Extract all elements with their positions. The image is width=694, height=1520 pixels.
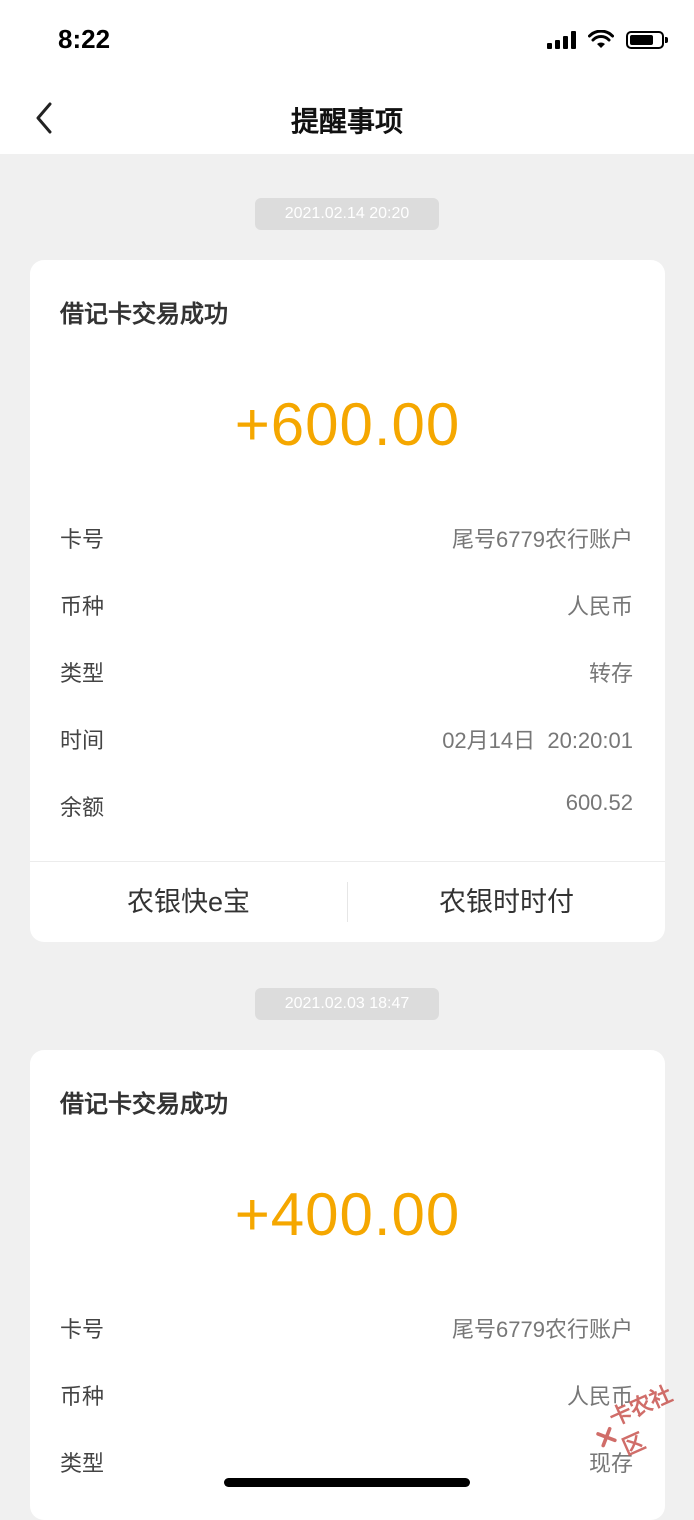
detail-value: 尾号6779农行账户 xyxy=(452,527,633,552)
status-bar: 8:22 xyxy=(0,0,694,84)
detail-row-currency: 币种 人民币 xyxy=(60,1379,633,1415)
battery-icon xyxy=(626,31,668,49)
transaction-amount: +400.00 xyxy=(234,1181,461,1248)
detail-label: 时间 xyxy=(60,728,105,753)
home-indicator xyxy=(224,1478,470,1487)
card-title: 借记卡交易成功 xyxy=(60,301,228,328)
detail-row-currency: 币种 人民币 xyxy=(60,589,633,625)
detail-label: 类型 xyxy=(60,661,105,686)
detail-row-type: 类型 现存 xyxy=(60,1446,633,1482)
status-icons xyxy=(547,30,668,50)
detail-value: 人民币 xyxy=(566,594,633,619)
detail-value: 尾号6779农行账户 xyxy=(452,1317,633,1342)
message-timestamp: 2021.02.03 18:47 xyxy=(255,988,439,1020)
detail-label: 卡号 xyxy=(60,1317,105,1342)
detail-label: 币种 xyxy=(60,594,105,619)
detail-value: 转存 xyxy=(588,661,633,686)
transaction-amount: +600.00 xyxy=(234,391,461,458)
detail-label: 卡号 xyxy=(60,527,105,552)
detail-label: 余额 xyxy=(60,795,105,820)
wifi-icon xyxy=(588,30,614,48)
status-time: 8:22 xyxy=(58,24,111,54)
detail-label: 类型 xyxy=(60,1451,105,1476)
kuaiebao-button[interactable]: 农银快e宝 xyxy=(30,862,347,942)
card-actions: 农银快e宝 农银时时付 xyxy=(30,861,665,942)
nav-bar: 提醒事项 xyxy=(0,84,694,154)
detail-label: 币种 xyxy=(60,1384,105,1409)
detail-row-card-number: 卡号 尾号6779农行账户 xyxy=(60,1312,633,1348)
detail-row-balance: 余额 600.52 xyxy=(60,790,633,826)
detail-row-type: 类型 转存 xyxy=(60,656,633,692)
shishifu-button[interactable]: 农银时时付 xyxy=(348,862,665,942)
transaction-card: 借记卡交易成功 +400.00 卡号 尾号6779农行账户 币种 人民币 类型 … xyxy=(30,1050,665,1520)
cellular-signal-icon xyxy=(547,31,576,49)
message-timestamp: 2021.02.14 20:20 xyxy=(255,198,439,230)
detail-row-time: 时间 02月14日 20:20:01 xyxy=(60,723,633,759)
transaction-card: 借记卡交易成功 +600.00 卡号 尾号6779农行账户 币种 人民币 类型 … xyxy=(30,260,665,942)
detail-value: 02月14日 20:20:01 xyxy=(442,728,633,753)
detail-value: 600.52 xyxy=(565,790,633,815)
card-title: 借记卡交易成功 xyxy=(60,1091,228,1118)
page-title: 提醒事项 xyxy=(290,106,403,137)
detail-row-card-number: 卡号 尾号6779农行账户 xyxy=(60,522,633,558)
